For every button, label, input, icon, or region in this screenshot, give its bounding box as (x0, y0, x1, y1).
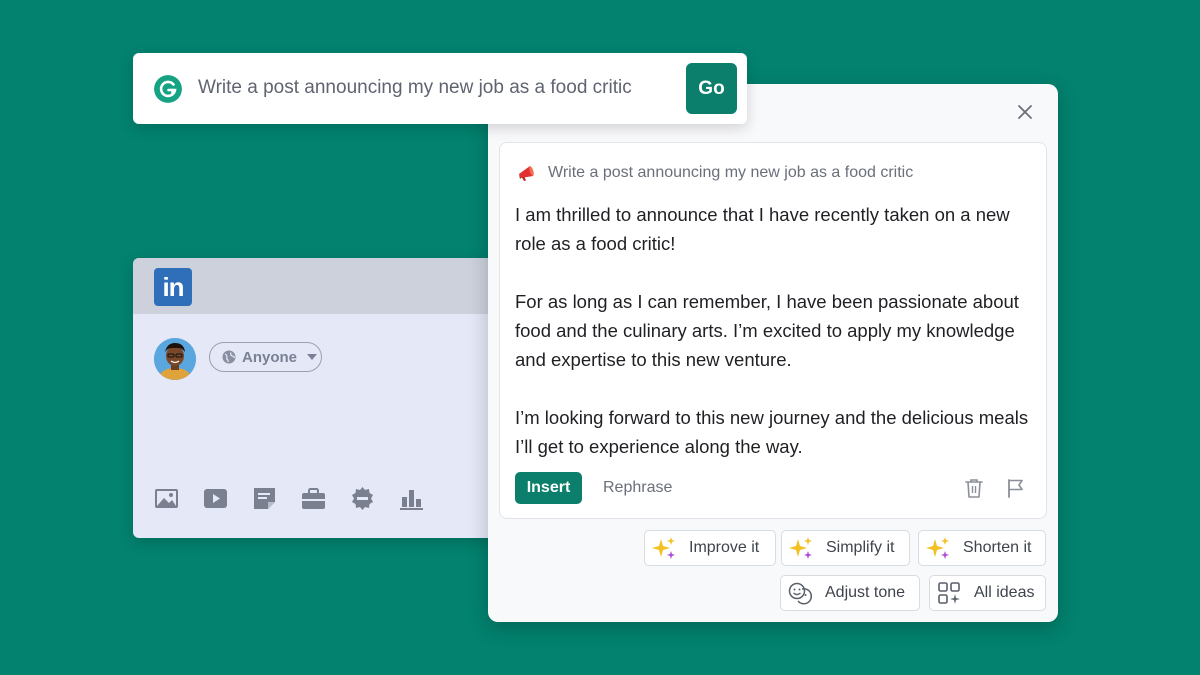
sparkles-icon (789, 537, 812, 559)
audience-label: Anyone (242, 348, 298, 366)
prompt-input[interactable]: Write a post announcing my new job as a … (198, 77, 632, 99)
badge-icon[interactable] (350, 486, 375, 511)
composer-toolbar (154, 486, 424, 511)
prompt-echo-text: Write a post announcing my new job as a … (548, 164, 914, 181)
document-icon[interactable] (252, 486, 277, 511)
sparkles-icon (926, 537, 949, 559)
go-button[interactable]: Go (686, 63, 737, 114)
image-icon[interactable] (154, 486, 179, 511)
rephrase-button[interactable]: Rephrase (603, 479, 672, 497)
globe-icon (222, 350, 236, 364)
paragraph: I’m looking forward to this new journey … (515, 407, 1029, 457)
simplify-it-button[interactable]: Simplify it (781, 530, 910, 566)
shorten-it-label: Shorten it (963, 539, 1032, 556)
prompt-echo: Write a post announcing my new job as a … (516, 163, 913, 183)
linkedin-header: in (133, 258, 533, 314)
adjust-tone-button[interactable]: Adjust tone (780, 575, 920, 611)
poll-icon[interactable] (399, 486, 424, 511)
linkedin-composer: in Anyone (133, 258, 533, 538)
video-icon[interactable] (203, 486, 228, 511)
flag-icon[interactable] (1007, 478, 1025, 498)
briefcase-icon[interactable] (301, 486, 326, 511)
shorten-it-button[interactable]: Shorten it (918, 530, 1046, 566)
generated-text: I am thrilled to announce that I have re… (515, 200, 1035, 461)
insert-button[interactable]: Insert (515, 472, 582, 504)
grid-sparkle-icon (938, 582, 960, 604)
all-ideas-label: All ideas (974, 584, 1035, 601)
prompt-bar: Write a post announcing my new job as a … (133, 53, 747, 124)
paragraph: For as long as I can remember, I have be… (515, 291, 1019, 370)
emoji-faces-icon (788, 582, 813, 605)
adjust-tone-label: Adjust tone (825, 584, 906, 601)
chevron-down-icon (307, 354, 318, 360)
assistant-panel: Write a post announcing my new job as a … (488, 84, 1058, 622)
close-icon[interactable] (1016, 103, 1034, 121)
linkedin-logo: in (154, 268, 192, 306)
avatar[interactable] (154, 338, 196, 380)
improve-it-label: Improve it (689, 539, 760, 556)
sparkles-icon (652, 537, 675, 559)
result-card: Write a post announcing my new job as a … (499, 142, 1047, 519)
paragraph: I am thrilled to announce that I have re… (515, 204, 1010, 254)
megaphone-icon (519, 166, 534, 181)
grammarly-logo (154, 75, 182, 103)
improve-it-button[interactable]: Improve it (644, 530, 776, 566)
trash-icon[interactable] (965, 478, 983, 498)
all-ideas-button[interactable]: All ideas (929, 575, 1046, 611)
audience-selector[interactable]: Anyone (209, 342, 322, 372)
simplify-it-label: Simplify it (826, 539, 895, 556)
